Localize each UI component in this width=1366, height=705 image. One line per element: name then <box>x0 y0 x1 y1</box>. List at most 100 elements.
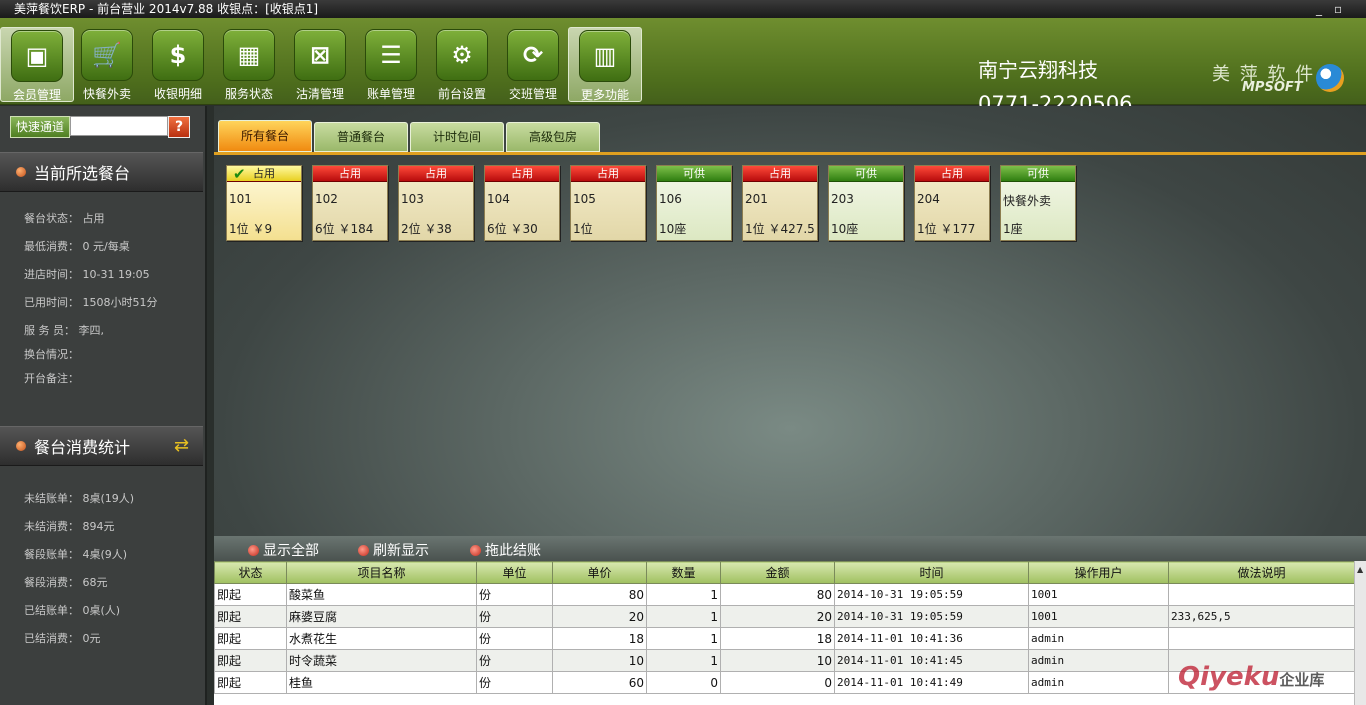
member-card-icon: ▣ <box>11 30 63 82</box>
cell-amount: 18 <box>720 627 835 650</box>
service-status-button[interactable]: ▦ 服务状态 <box>213 27 285 102</box>
cell-unit: 份 <box>476 627 553 650</box>
swap-arrows-icon[interactable]: ⇄ <box>174 435 189 456</box>
table-area: 所有餐台 普通餐台 计时包间 高级包房 占用 ✔ 101 1位 ￥9 占用 10… <box>214 106 1366 536</box>
column-header-time[interactable]: 时间 <box>834 561 1029 584</box>
tab-normal-tables[interactable]: 普通餐台 <box>314 122 408 152</box>
table-status-badge: 可供 <box>1001 166 1075 182</box>
table-status-badge: 可供 <box>657 166 731 182</box>
cell-time: 2014-10-31 19:05:59 <box>834 583 1029 606</box>
column-header-item-name[interactable]: 项目名称 <box>286 561 477 584</box>
cell-time: 2014-11-01 10:41:36 <box>834 627 1029 650</box>
table-card-101[interactable]: 占用 ✔ 101 1位 ￥9 <box>226 165 302 241</box>
cell-operator: admin <box>1028 627 1169 650</box>
section-title: 当前所选餐台 <box>34 164 131 183</box>
table-detail: 1位 ￥9 <box>229 222 273 236</box>
table-card-204[interactable]: 占用 204 1位 ￥177 <box>914 165 990 241</box>
unsettled-bills: 未结账单： 8桌(19人) <box>24 492 135 505</box>
table-detail: 2位 ￥38 <box>401 222 452 236</box>
table-row[interactable]: 即起 麻婆豆腐 份 20 1 20 2014-10-31 19:05:59 10… <box>214 605 1354 628</box>
tab-premium-rooms[interactable]: 高级包房 <box>506 122 600 152</box>
member-management-button[interactable]: ▣ 会员管理 <box>0 27 74 102</box>
table-card-106[interactable]: 可供 106 10座 <box>656 165 732 241</box>
help-icon[interactable]: ? <box>168 116 190 138</box>
cell-notes <box>1168 627 1354 650</box>
column-header-amount[interactable]: 金额 <box>720 561 835 584</box>
show-all-button[interactable]: 显示全部 <box>248 540 319 560</box>
table-card-102[interactable]: 占用 102 6位 ￥184 <box>312 165 388 241</box>
cell-item-name: 时令蔬菜 <box>286 649 477 672</box>
cell-unit: 份 <box>476 605 553 628</box>
table-card-103[interactable]: 占用 103 2位 ￥38 <box>398 165 474 241</box>
cell-item-name: 麻婆豆腐 <box>286 605 477 628</box>
table-row[interactable]: 即起 酸菜鱼 份 80 1 80 2014-10-31 19:05:59 100… <box>214 583 1354 606</box>
watermark: Qiyeku企业库 <box>1178 662 1324 692</box>
cell-price: 10 <box>552 649 647 672</box>
column-header-operator[interactable]: 操作用户 <box>1028 561 1169 584</box>
tab-underline <box>214 152 1366 155</box>
tab-all-tables[interactable]: 所有餐台 <box>218 120 312 152</box>
sidebar: 快速通道 ? 当前所选餐台 餐台状态： 占用 最低消费： 0 元/每桌 进店时间… <box>0 106 207 705</box>
table-category-tabs: 所有餐台 普通餐台 计时包间 高级包房 <box>214 120 1366 152</box>
quick-access-input[interactable] <box>70 116 168 136</box>
table-card-201[interactable]: 占用 201 1位 ￥427.5 <box>742 165 818 241</box>
minimize-button[interactable]: _ <box>1316 0 1322 18</box>
button-label: 账单管理 <box>366 87 415 101</box>
checkmark-icon: ✔ <box>233 165 246 183</box>
column-header-price[interactable]: 单价 <box>552 561 647 584</box>
table-status-badge: 占用 <box>313 166 387 182</box>
order-actions-bar: 显示全部 刷新显示 拖此结账 <box>214 536 1366 561</box>
cell-operator: admin <box>1028 649 1169 672</box>
table-status-badge: 占用 <box>485 166 559 182</box>
column-header-quantity[interactable]: 数量 <box>646 561 721 584</box>
action-label: 显示全部 <box>263 543 319 559</box>
consumption-stats-header: 餐台消费统计 ⇄ <box>0 426 203 466</box>
table-status-badge: 占用 <box>915 166 989 182</box>
table-card-104[interactable]: 占用 104 6位 ￥30 <box>484 165 560 241</box>
cart-icon: 🛒 <box>81 29 133 81</box>
table-name: 104 <box>487 192 510 206</box>
cell-amount: 10 <box>720 649 835 672</box>
button-label: 交班管理 <box>508 87 557 101</box>
column-header-unit[interactable]: 单位 <box>476 561 553 584</box>
more-functions-button[interactable]: ▥ 更多功能 <box>568 27 642 102</box>
restore-button[interactable]: ▫ <box>1334 0 1342 18</box>
refresh-display-button[interactable]: 刷新显示 <box>358 540 429 560</box>
cell-amount: 0 <box>720 671 835 694</box>
cell-quantity: 1 <box>646 605 721 628</box>
sold-out-management-button[interactable]: ⊠ 沽清管理 <box>284 27 356 102</box>
table-detail: 1位 ￥177 <box>917 222 976 236</box>
shift-handover-button[interactable]: ⟳ 交班管理 <box>497 27 569 102</box>
period-bills: 餐段账单： 4桌(9人) <box>24 548 128 561</box>
cell-operator: admin <box>1028 671 1169 694</box>
drag-to-checkout-button[interactable]: 拖此结账 <box>470 540 541 560</box>
table-card-takeout[interactable]: 可供 快餐外卖 1座 <box>1000 165 1076 241</box>
book-icon: ▥ <box>579 30 631 82</box>
bill-management-button[interactable]: ☰ 账单管理 <box>355 27 427 102</box>
table-card-105[interactable]: 占用 105 1位 <box>570 165 646 241</box>
cell-time: 2014-11-01 10:41:49 <box>834 671 1029 694</box>
button-label: 沽清管理 <box>295 87 344 101</box>
brand-english: MPSOFT <box>1242 80 1303 95</box>
crossed-box-icon: ⊠ <box>294 29 346 81</box>
red-dot-icon <box>248 545 259 556</box>
action-label: 拖此结账 <box>485 543 541 559</box>
tab-timed-rooms[interactable]: 计时包间 <box>410 122 504 152</box>
column-header-status[interactable]: 状态 <box>214 561 287 584</box>
table-name: 204 <box>917 192 940 206</box>
front-settings-button[interactable]: ⚙ 前台设置 <box>426 27 498 102</box>
button-label: 快餐外卖 <box>82 87 131 101</box>
table-card-203[interactable]: 可供 203 10座 <box>828 165 904 241</box>
cell-price: 20 <box>552 605 647 628</box>
cell-price: 18 <box>552 627 647 650</box>
fast-food-takeout-button[interactable]: 🛒 快餐外卖 <box>71 27 143 102</box>
column-header-notes[interactable]: 做法说明 <box>1168 561 1354 584</box>
table-row[interactable]: 即起 水煮花生 份 18 1 18 2014-11-01 10:41:36 ad… <box>214 627 1354 650</box>
grid-scrollbar[interactable]: ▲ <box>1354 561 1366 705</box>
cell-operator: 1001 <box>1028 605 1169 628</box>
scroll-up-arrow-icon[interactable]: ▲ <box>1357 565 1363 574</box>
cashier-details-button[interactable]: $ 收银明细 <box>142 27 214 102</box>
cell-status: 即起 <box>214 649 287 672</box>
table-name: 106 <box>659 192 682 206</box>
table-status-badge: 占用 <box>743 166 817 182</box>
